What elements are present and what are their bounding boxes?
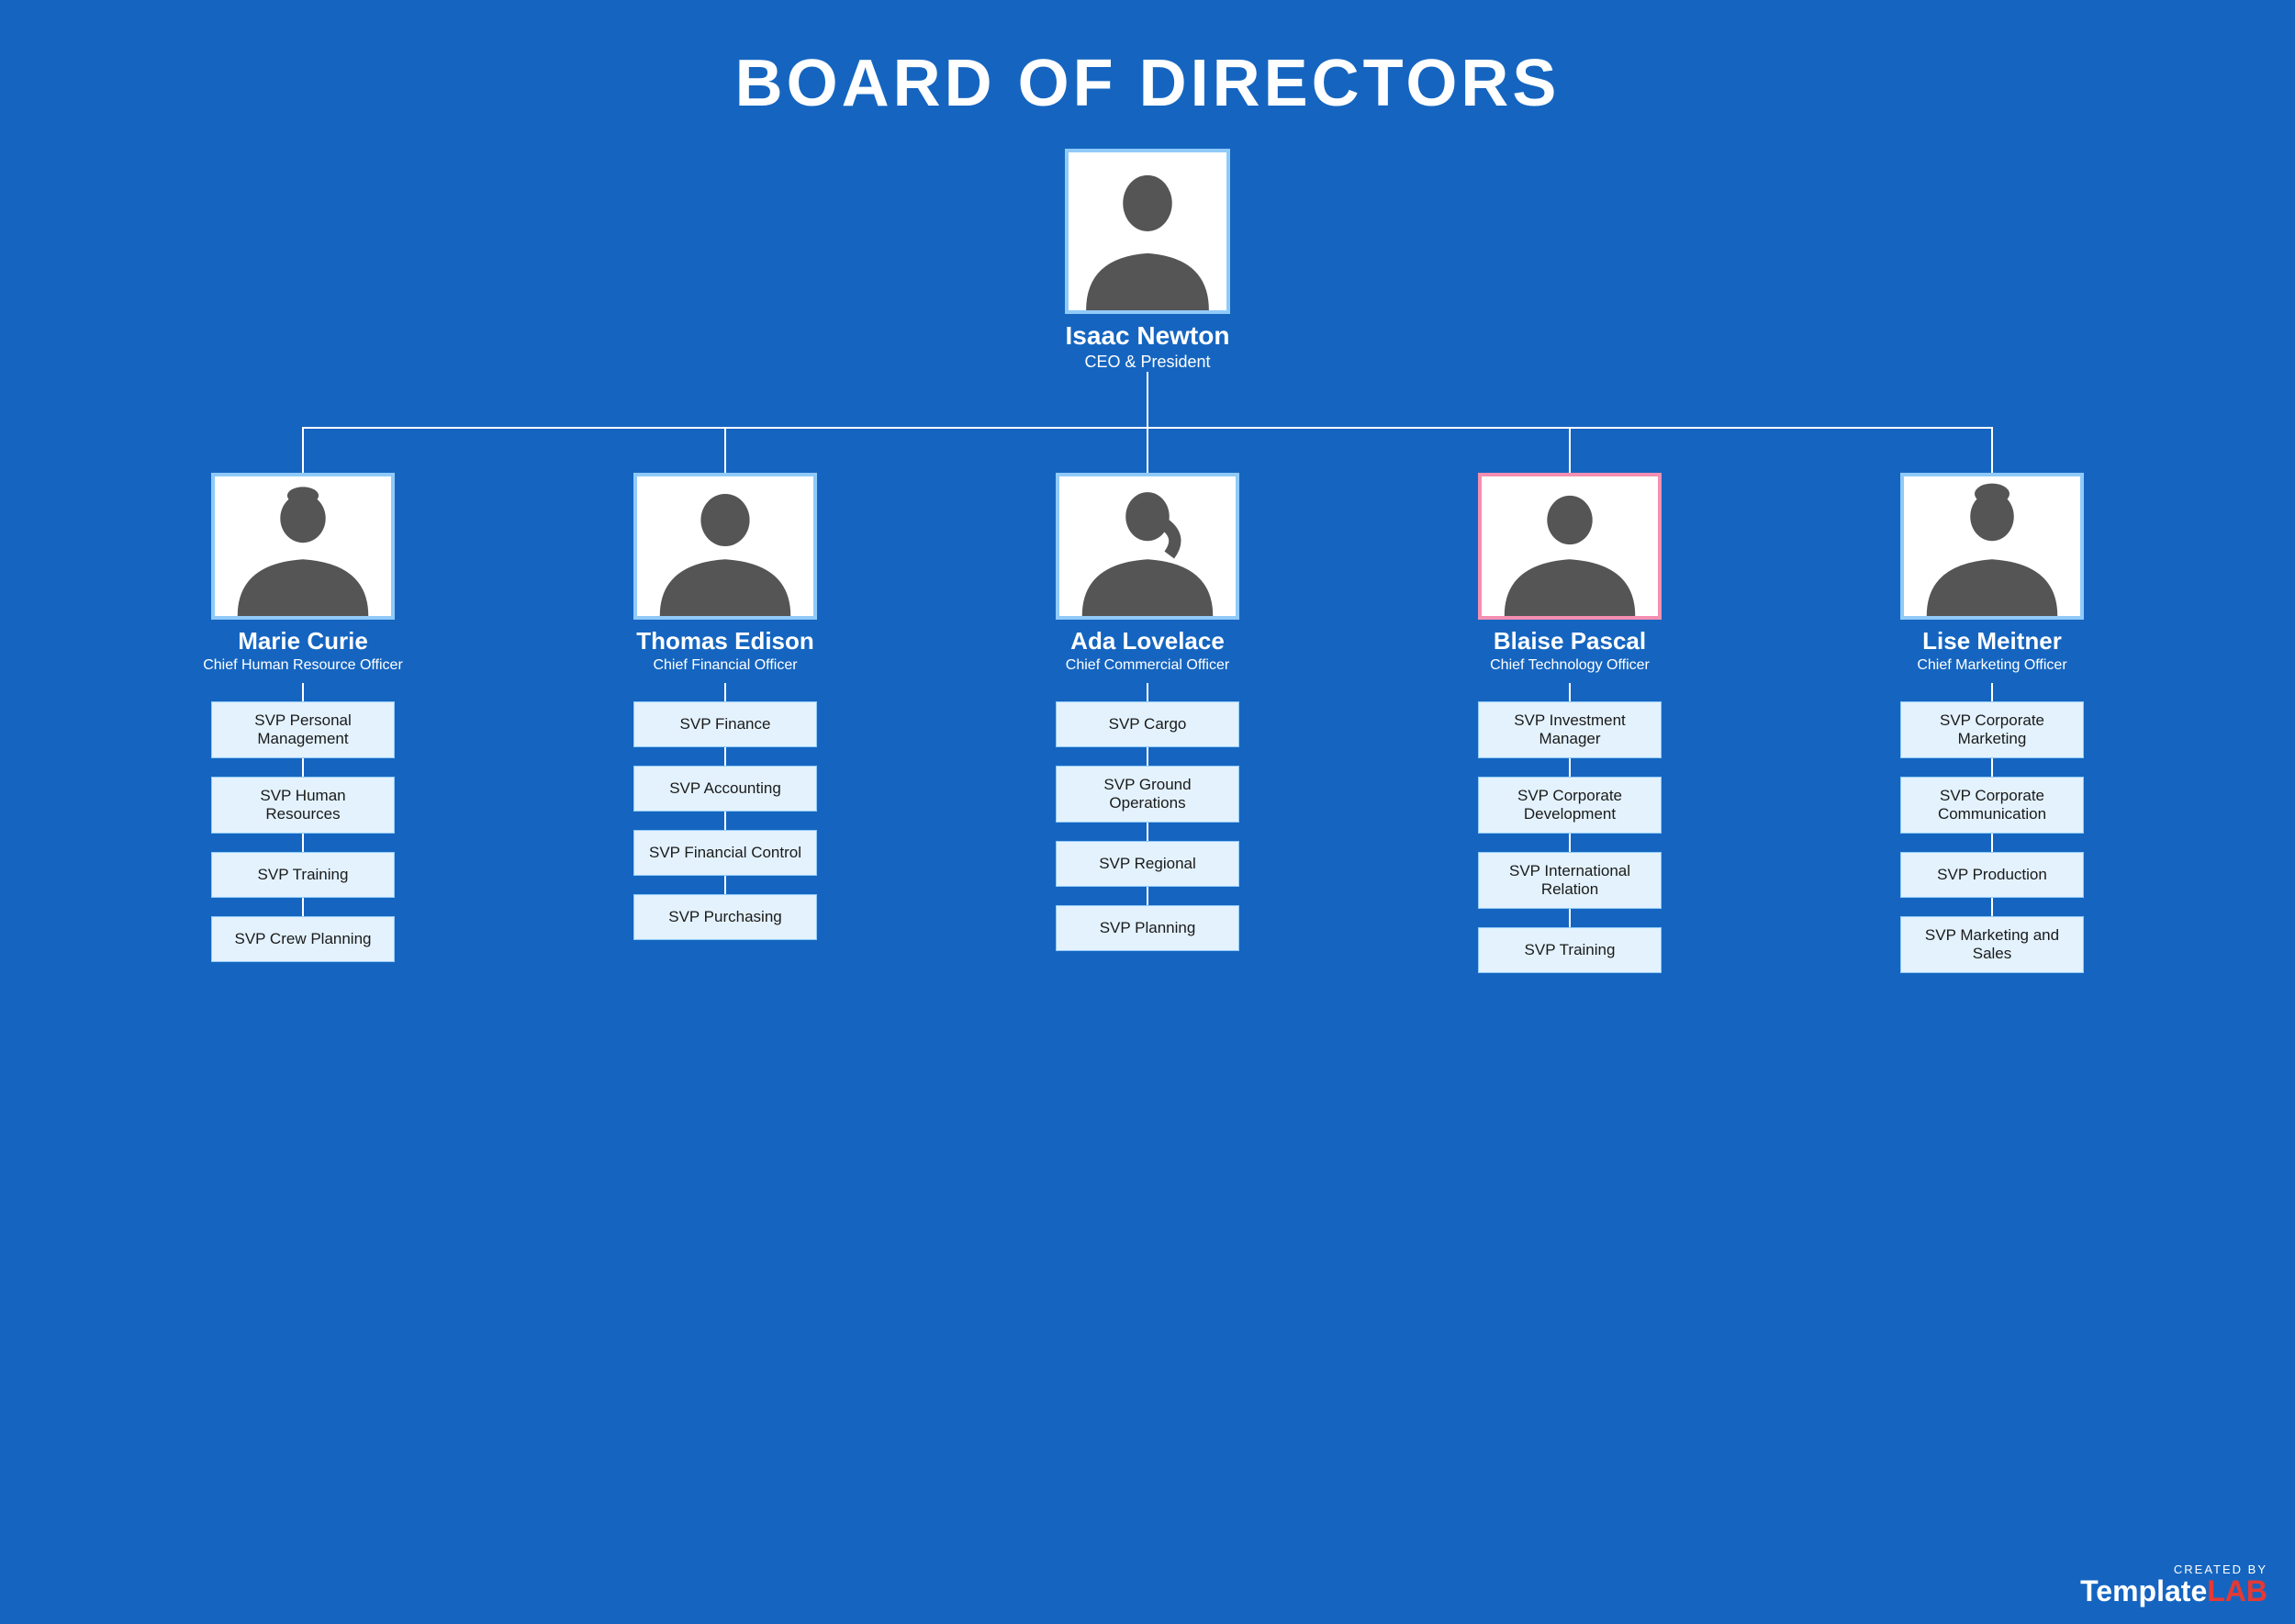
svp-vline-2-2 <box>1147 823 1148 841</box>
director-card-3: Blaise Pascal Chief Technology Officer <box>1478 473 1662 674</box>
svp-vline-2-0 <box>1147 683 1148 701</box>
ceo-vline <box>1147 372 1148 427</box>
ceo-role: CEO & President <box>1084 353 1210 372</box>
director-name-0: Marie Curie <box>238 627 368 655</box>
branch-vline-4 <box>1991 427 1993 473</box>
svp-box-0-1: SVP Human Resources <box>211 777 395 834</box>
director-role-3: Chief Technology Officer <box>1490 657 1650 674</box>
director-col-1: Thomas Edison Chief Financial Officer SV… <box>523 427 927 940</box>
watermark-lab: LAB <box>2207 1574 2267 1607</box>
org-chart: Isaac Newton CEO & President <box>0 149 2295 973</box>
director-card-0: Marie Curie Chief Human Resource Officer <box>203 473 403 674</box>
svp-box-2-3: SVP Planning <box>1056 905 1239 951</box>
director-card-4: Lise Meitner Chief Marketing Officer <box>1900 473 2084 674</box>
ceo-silhouette <box>1069 152 1226 310</box>
page-container: BOARD OF DIRECTORS Isaac Newton CEO & Pr… <box>0 0 2295 1624</box>
svp-vline-1-3 <box>724 876 726 894</box>
svp-box-3-0: SVP Investment Manager <box>1478 701 1662 758</box>
ceo-avatar <box>1065 149 1230 314</box>
svp-vline-4-2 <box>1991 834 1993 852</box>
director-avatar-0 <box>211 473 395 620</box>
svp-box-1-3: SVP Purchasing <box>633 894 817 940</box>
ceo-name: Isaac Newton <box>1066 321 1230 351</box>
second-level: Marie Curie Chief Human Resource Officer… <box>92 427 2203 973</box>
svp-vline-1-1 <box>724 747 726 766</box>
director-col-4: Lise Meitner Chief Marketing Officer SVP… <box>1790 427 2194 973</box>
director-role-4: Chief Marketing Officer <box>1917 657 2066 674</box>
director-avatar-4 <box>1900 473 2084 620</box>
svp-box-4-0: SVP Corporate Marketing <box>1900 701 2084 758</box>
director-role-1: Chief Financial Officer <box>653 657 797 674</box>
svp-vline-1-0 <box>724 683 726 701</box>
director-card-2: Ada Lovelace Chief Commercial Officer <box>1056 473 1239 674</box>
director-silhouette-0 <box>215 476 391 616</box>
director-name-3: Blaise Pascal <box>1494 627 1646 655</box>
watermark-template: Template <box>2080 1574 2207 1607</box>
svp-vline-3-2 <box>1569 834 1571 852</box>
svp-vline-2-1 <box>1147 747 1148 766</box>
svp-chain-1: SVP Finance SVP Accounting SVP Financial… <box>633 683 817 940</box>
svp-chain-2: SVP Cargo SVP Ground Operations SVP Regi… <box>1056 683 1239 951</box>
page-title: BOARD OF DIRECTORS <box>0 0 2295 149</box>
director-col-3: Blaise Pascal Chief Technology Officer S… <box>1368 427 1772 973</box>
svp-box-0-3: SVP Crew Planning <box>211 916 395 962</box>
director-silhouette-1 <box>637 476 813 616</box>
director-silhouette-4 <box>1904 476 2080 616</box>
director-avatar-3 <box>1478 473 1662 620</box>
director-avatar-1 <box>633 473 817 620</box>
svp-box-3-2: SVP International Relation <box>1478 852 1662 909</box>
svp-vline-1-2 <box>724 812 726 830</box>
svp-vline-0-1 <box>302 758 304 777</box>
svp-box-4-2: SVP Production <box>1900 852 2084 898</box>
svp-vline-4-1 <box>1991 758 1993 777</box>
svp-box-2-1: SVP Ground Operations <box>1056 766 1239 823</box>
director-col-0: Marie Curie Chief Human Resource Officer… <box>101 427 505 962</box>
svp-vline-4-0 <box>1991 683 1993 701</box>
svp-box-2-2: SVP Regional <box>1056 841 1239 887</box>
director-role-0: Chief Human Resource Officer <box>203 657 403 674</box>
watermark: CREATED BY TemplateLAB <box>2080 1562 2267 1606</box>
branch-vline-3 <box>1569 427 1571 473</box>
branch-vline-2 <box>1147 427 1148 473</box>
svp-box-2-0: SVP Cargo <box>1056 701 1239 747</box>
svp-box-1-1: SVP Accounting <box>633 766 817 812</box>
director-card-1: Thomas Edison Chief Financial Officer <box>633 473 817 674</box>
director-silhouette-2 <box>1059 476 1236 616</box>
director-silhouette-3 <box>1482 476 1658 616</box>
ceo-card: Isaac Newton CEO & President <box>1065 149 1230 372</box>
watermark-brand: TemplateLAB <box>2080 1576 2267 1606</box>
svp-box-1-2: SVP Financial Control <box>633 830 817 876</box>
director-role-2: Chief Commercial Officer <box>1066 657 1229 674</box>
director-name-4: Lise Meitner <box>1922 627 2062 655</box>
director-col-2: Ada Lovelace Chief Commercial Officer SV… <box>946 427 1349 951</box>
svp-vline-0-3 <box>302 898 304 916</box>
svp-vline-3-0 <box>1569 683 1571 701</box>
svp-box-3-3: SVP Training <box>1478 927 1662 973</box>
svp-chain-0: SVP Personal Management SVP Human Resour… <box>211 683 395 962</box>
director-name-2: Ada Lovelace <box>1070 627 1225 655</box>
svp-box-0-0: SVP Personal Management <box>211 701 395 758</box>
svp-box-3-1: SVP Corporate Development <box>1478 777 1662 834</box>
svp-vline-0-2 <box>302 834 304 852</box>
branches-container: Marie Curie Chief Human Resource Officer… <box>92 427 2203 973</box>
svp-box-0-2: SVP Training <box>211 852 395 898</box>
svp-vline-3-3 <box>1569 909 1571 927</box>
director-avatar-2 <box>1056 473 1239 620</box>
svp-vline-3-1 <box>1569 758 1571 777</box>
svp-vline-4-3 <box>1991 898 1993 916</box>
director-name-1: Thomas Edison <box>636 627 814 655</box>
svp-vline-0-0 <box>302 683 304 701</box>
svp-box-4-1: SVP Corporate Communication <box>1900 777 2084 834</box>
svp-chain-4: SVP Corporate Marketing SVP Corporate Co… <box>1900 683 2084 973</box>
branch-vline-0 <box>302 427 304 473</box>
svp-vline-2-3 <box>1147 887 1148 905</box>
svp-box-4-3: SVP Marketing and Sales <box>1900 916 2084 973</box>
svp-chain-3: SVP Investment Manager SVP Corporate Dev… <box>1478 683 1662 973</box>
branch-vline-1 <box>724 427 726 473</box>
svp-box-1-0: SVP Finance <box>633 701 817 747</box>
